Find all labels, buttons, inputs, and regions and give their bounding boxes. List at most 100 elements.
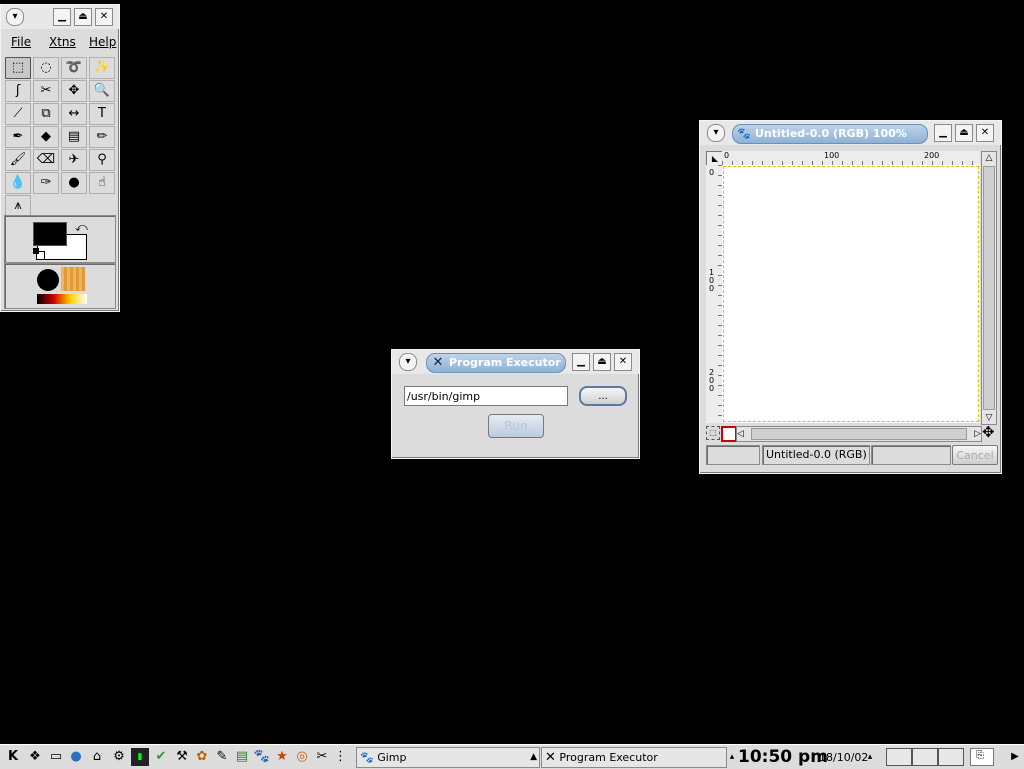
scroll-up-icon[interactable]: △: [982, 152, 996, 164]
pencil-tool-button[interactable]: ✏: [89, 126, 115, 148]
rect-select-tool-button[interactable]: ⬚: [5, 57, 31, 79]
window-menu-icon[interactable]: ▾: [707, 124, 725, 142]
lasso-tool-button[interactable]: ➰: [61, 57, 87, 79]
document-icon[interactable]: ▤: [233, 748, 251, 766]
text-tool-button[interactable]: T: [89, 103, 115, 125]
intelligent-scissors-tool-button[interactable]: ✂: [33, 80, 59, 102]
navigate-icon[interactable]: ✥: [982, 423, 995, 441]
eraser-tool-button[interactable]: ⌫: [33, 149, 59, 171]
measure-tool-button[interactable]: ⩚: [5, 195, 31, 217]
pager-desktop-3[interactable]: [938, 748, 964, 766]
quick-mask-on-icon[interactable]: [721, 426, 737, 442]
foreground-color-swatch[interactable]: [33, 222, 67, 246]
browse-button[interactable]: ...: [579, 386, 627, 406]
clone-tool-button[interactable]: ⚲: [89, 149, 115, 171]
zoom-tool-button[interactable]: 🔍: [89, 80, 115, 102]
browser-globe-icon[interactable]: ●: [67, 748, 85, 766]
color-picker-tool-button[interactable]: ✒: [5, 126, 31, 148]
toolbox-menubar: File Xtns Help: [1, 31, 119, 53]
paint-palette-icon[interactable]: ✿: [193, 748, 211, 766]
close-icon[interactable]: ✕: [976, 124, 994, 142]
blend-tool-button[interactable]: ▤: [61, 126, 87, 148]
menu-xtns[interactable]: Xtns: [49, 35, 76, 49]
task-program-executor[interactable]: ✕ Program Executor: [541, 747, 727, 768]
minimize-icon[interactable]: ▁: [934, 124, 952, 142]
ellipse-select-tool-button[interactable]: ◌: [33, 57, 59, 79]
pager-handle-icon[interactable]: ▴: [866, 748, 874, 766]
image-canvas[interactable]: [722, 165, 980, 423]
window-list-icon[interactable]: ❖: [26, 748, 44, 766]
ink-tool-button[interactable]: ✑: [33, 172, 59, 194]
ink-icon: ✑: [40, 175, 52, 190]
kde-control-center-icon[interactable]: ⚙: [110, 748, 128, 766]
date[interactable]: 18/10/02: [819, 751, 868, 764]
text-editor-icon[interactable]: ✎: [213, 748, 231, 766]
program-path-input[interactable]: [404, 386, 568, 406]
paintbrush-tool-button[interactable]: 🖌: [5, 149, 31, 171]
executor-titlebar[interactable]: ▾ ✕ Program Executor ▁ ⏏ ✕: [392, 350, 639, 374]
brush-preview[interactable]: [37, 269, 59, 291]
horizontal-scrollbar[interactable]: ◁ ▷: [736, 426, 982, 442]
default-colors-icon[interactable]: [33, 248, 45, 260]
bucket-fill-tool-button[interactable]: ◆: [33, 126, 59, 148]
minimize-icon[interactable]: ▁: [572, 353, 590, 371]
swap-colors-icon[interactable]: ⤺: [75, 220, 88, 235]
horizontal-scroll-thumb[interactable]: [751, 428, 967, 440]
checkmark-app-icon[interactable]: ✔: [152, 748, 170, 766]
panel-handle-icon[interactable]: ⋮: [334, 748, 347, 766]
scroll-left-icon[interactable]: ◁: [737, 427, 744, 441]
gradient-preview[interactable]: [37, 294, 87, 304]
airbrush-tool-button[interactable]: ✈: [61, 149, 87, 171]
move-tool-button[interactable]: ✥: [61, 80, 87, 102]
pager-desktop-1[interactable]: [886, 748, 912, 766]
image-window-titlebar[interactable]: ▾ 🐾 Untitled-0.0 (RGB) 100% ▁ ⏏ ✕: [700, 121, 1001, 145]
cancel-button[interactable]: Cancel: [952, 445, 998, 465]
move-icon: ✥: [68, 83, 80, 98]
tools-icon[interactable]: ✂: [313, 748, 331, 766]
menu-help[interactable]: Help: [89, 35, 116, 49]
menu-file[interactable]: File: [11, 35, 31, 49]
transform-tool-button[interactable]: ⧉: [33, 103, 59, 125]
star-icon[interactable]: ★: [273, 748, 291, 766]
dodge-burn-tool-button[interactable]: ●: [61, 172, 87, 194]
pattern-preview[interactable]: [61, 267, 85, 291]
scroll-right-icon[interactable]: ▷: [974, 427, 981, 441]
terminal-icon[interactable]: ▮: [131, 748, 149, 766]
ruler-h-tick-0: 0: [724, 151, 730, 160]
klipper-icon[interactable]: ⎘: [976, 750, 984, 761]
quick-mask-off-icon[interactable]: ⬚: [706, 426, 720, 440]
close-icon[interactable]: ✕: [614, 353, 632, 371]
minimize-icon[interactable]: ▁: [53, 8, 71, 26]
vertical-scrollbar[interactable]: △ ▽: [981, 151, 997, 425]
maximize-icon[interactable]: ⏏: [74, 8, 92, 26]
clock[interactable]: 10:50 pm: [738, 747, 828, 767]
gimp-launcher-icon[interactable]: 🐾: [253, 748, 271, 766]
help-lifesaver-icon[interactable]: ◎: [293, 748, 311, 766]
pager-desktop-2[interactable]: [912, 748, 938, 766]
pager[interactable]: [886, 748, 964, 766]
task-gimp[interactable]: 🐾 Gimp ▲: [356, 747, 540, 768]
kde-menu-icon[interactable]: K: [4, 748, 22, 766]
window-menu-icon[interactable]: ▾: [6, 8, 24, 26]
maximize-icon[interactable]: ⏏: [955, 124, 973, 142]
vertical-scroll-thumb[interactable]: [983, 166, 995, 410]
flip-icon: ↔: [68, 106, 80, 121]
bezier-select-tool-button[interactable]: ʃ: [5, 80, 31, 102]
maximize-icon[interactable]: ⏏: [593, 353, 611, 371]
program-executor-window: ▾ ✕ Program Executor ▁ ⏏ ✕ ... Run: [391, 349, 640, 459]
panel-hide-arrow-icon[interactable]: ▶: [1008, 748, 1022, 766]
home-folder-icon[interactable]: ⌂: [88, 748, 106, 766]
window-menu-icon[interactable]: ▾: [399, 353, 417, 371]
task-group-arrow-icon[interactable]: ▲: [530, 748, 537, 767]
flip-tool-button[interactable]: ↔: [61, 103, 87, 125]
close-icon[interactable]: ✕: [95, 8, 113, 26]
clock-handle-icon[interactable]: ▴: [728, 748, 736, 766]
magic-wand-tool-button[interactable]: ✨: [89, 57, 115, 79]
network-tool-icon[interactable]: ⚒: [173, 748, 191, 766]
blur-tool-button[interactable]: 💧: [5, 172, 31, 194]
run-button[interactable]: Run: [488, 414, 544, 438]
smudge-tool-button[interactable]: ☝: [89, 172, 115, 194]
toolbox-titlebar[interactable]: ▾ ▁ ⏏ ✕: [1, 5, 119, 29]
show-desktop-icon[interactable]: ▭: [47, 748, 65, 766]
crop-tool-button[interactable]: ⟋: [5, 103, 31, 125]
